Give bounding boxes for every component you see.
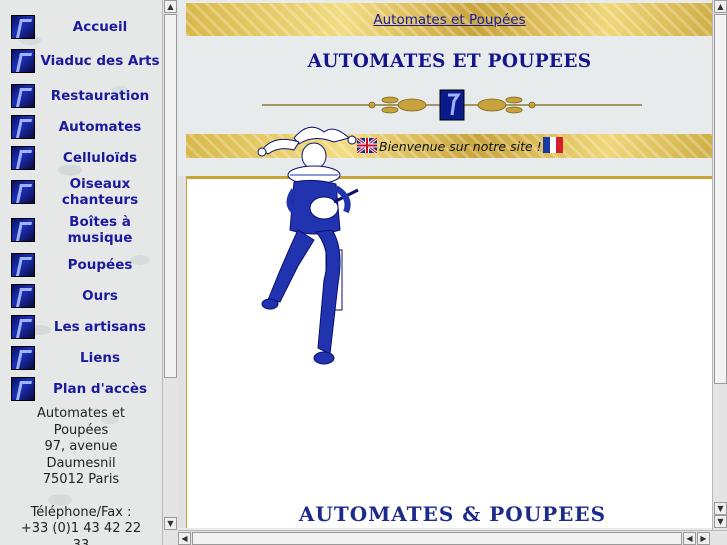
address-line: Poupées <box>53 422 109 438</box>
frame-resize-handle[interactable] <box>178 176 187 528</box>
nav-menu: Accueil Viaduc des Arts Restauration Aut… <box>0 11 162 404</box>
nav-label[interactable]: Ours <box>38 288 162 304</box>
footer-title: AUTOMATES & POUPEES <box>298 502 607 526</box>
nav-label[interactable]: Automates <box>38 119 162 135</box>
nav-logo-icon <box>11 252 35 277</box>
jester-automaton-icon <box>257 126 359 365</box>
nav-label[interactable]: Viaduc des Arts <box>38 53 162 69</box>
title-banner: Automates et Poupées <box>186 3 713 36</box>
nav-label[interactable]: Liens <box>38 350 162 366</box>
navigation-frame: Accueil Viaduc des Arts Restauration Aut… <box>0 0 178 545</box>
nav-item-ours[interactable]: Ours <box>0 280 162 311</box>
nav-item-oiseaux[interactable]: Oiseaux chanteurs <box>0 173 162 211</box>
scrollbar-thumb[interactable] <box>192 532 682 545</box>
nav-label[interactable]: Boîtes à musique <box>38 214 162 246</box>
site-home-link[interactable]: Automates et Poupées <box>373 12 525 28</box>
nav-label[interactable]: Restauration <box>38 88 162 104</box>
nav-item-accueil[interactable]: Accueil <box>0 11 162 42</box>
nav-item-plan[interactable]: Plan d'accès <box>0 373 162 404</box>
nav-logo-icon <box>11 114 35 139</box>
address-line: Daumesnil <box>46 455 116 471</box>
address-line: 97, avenue <box>44 439 118 454</box>
nav-item-poupees[interactable]: Poupées <box>0 249 162 280</box>
nav-label[interactable]: Poupées <box>38 257 162 273</box>
scroll-up-arrow-icon[interactable]: ▲ <box>714 0 727 13</box>
nav-item-viaduc[interactable]: Viaduc des Arts <box>0 42 162 80</box>
nav-logo-icon <box>11 83 35 108</box>
nav-logo-icon <box>11 180 35 204</box>
nav-label[interactable]: Celluloïds <box>38 150 162 166</box>
nav-logo-icon <box>11 49 35 73</box>
scroll-down-arrow-icon[interactable]: ▼ <box>714 515 727 528</box>
nav-item-restauration[interactable]: Restauration <box>0 80 162 111</box>
left-vertical-scrollbar[interactable]: ▲ ▼ <box>162 0 178 545</box>
nav-label[interactable]: Accueil <box>38 19 162 35</box>
scroll-left-arrow-icon[interactable]: ◀ <box>683 532 696 545</box>
address-line: Automates et <box>37 406 125 421</box>
scroll-down-arrow-icon[interactable]: ▼ <box>164 517 177 530</box>
scroll-up-arrow-icon[interactable]: ▲ <box>164 0 177 13</box>
scroll-left-arrow-icon[interactable]: ◀ <box>178 532 191 545</box>
scroll-right-arrow-icon[interactable]: ▶ <box>697 532 710 545</box>
welcome-message: Bienvenue sur notre site ! <box>379 139 542 154</box>
nav-logo-icon <box>11 314 35 339</box>
nav-item-liens[interactable]: Liens <box>0 342 162 373</box>
content-frame: Automates et Poupées AUTOMATES ET POUPEE… <box>178 0 727 545</box>
nav-logo-icon <box>11 145 35 170</box>
nav-logo-icon <box>11 218 35 242</box>
ornament-divider-icon <box>262 89 642 121</box>
nav-item-artisans[interactable]: Les artisans <box>0 311 162 342</box>
phone-label: Téléphone/Fax : <box>30 504 132 520</box>
horizontal-scrollbar[interactable]: ◀ ◀ ▶ <box>178 530 727 545</box>
phone-number: 33 <box>72 537 90 545</box>
nav-label[interactable]: Oiseaux chanteurs <box>38 176 162 208</box>
nav-label[interactable]: Plan d'accès <box>38 381 162 397</box>
nav-logo-icon <box>11 345 35 370</box>
nav-label[interactable]: Les artisans <box>38 319 162 335</box>
france-flag-icon[interactable] <box>543 137 563 153</box>
phone-number: +33 (0)1 43 42 22 <box>20 521 142 536</box>
scrollbar-thumb[interactable] <box>164 14 177 378</box>
scroll-down-arrow-icon[interactable]: ▼ <box>714 502 727 515</box>
nav-item-boites[interactable]: Boîtes à musique <box>0 211 162 249</box>
nav-item-celluloids[interactable]: Celluloïds <box>0 142 162 173</box>
address-line: 75012 Paris <box>42 472 120 487</box>
scrollbar-thumb[interactable] <box>714 14 727 384</box>
nav-logo-icon <box>11 14 35 39</box>
nav-item-automates[interactable]: Automates <box>0 111 162 142</box>
nav-logo-icon <box>11 376 35 401</box>
address-block: Automates et Poupées 97, avenue Daumesni… <box>0 406 162 545</box>
page-title: AUTOMATES ET POUPEES <box>307 51 592 72</box>
right-vertical-scrollbar[interactable]: ▲ ▼ ▼ <box>712 0 727 530</box>
nav-logo-icon <box>11 283 35 308</box>
